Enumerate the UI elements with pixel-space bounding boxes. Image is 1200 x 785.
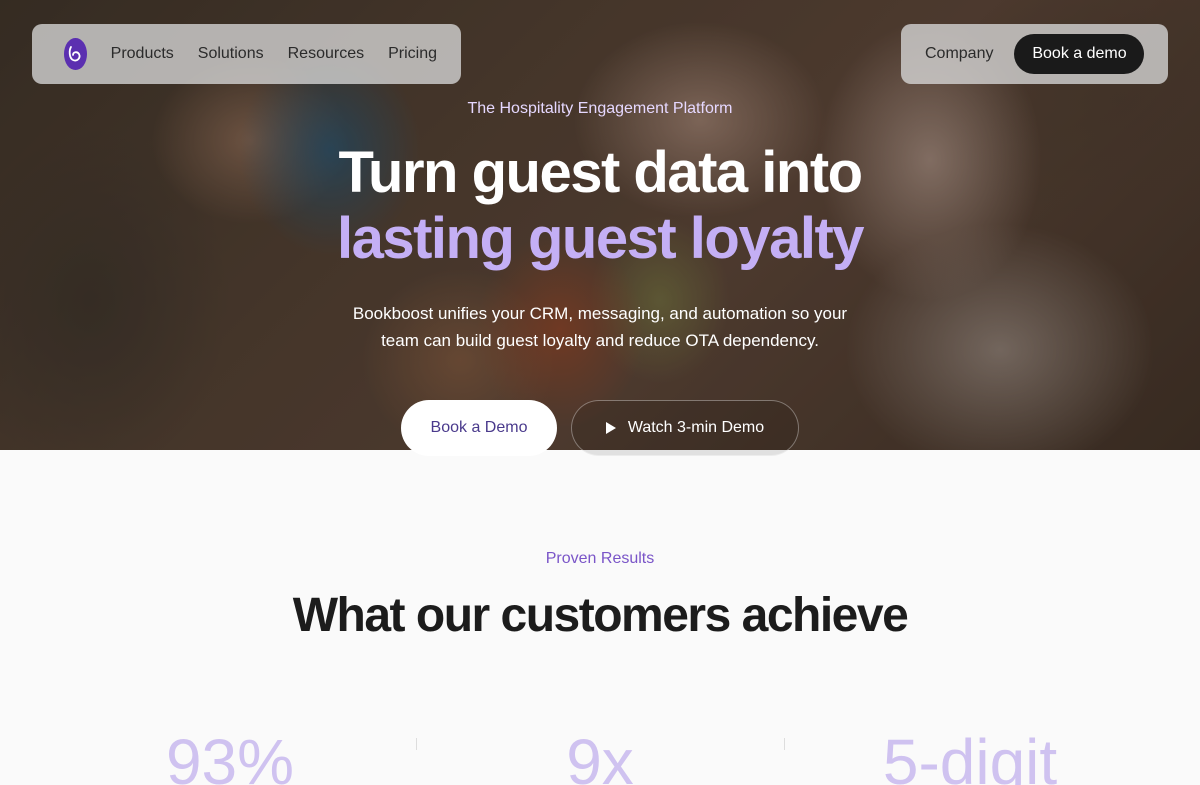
book-demo-button[interactable]: Book a Demo bbox=[401, 400, 557, 456]
results-eyebrow: Proven Results bbox=[545, 550, 655, 567]
results-title: What our customers achieve bbox=[292, 589, 909, 642]
hero-subtext: Bookboost unifies your CRM, messaging, a… bbox=[352, 304, 848, 350]
secondary-nav: Company Book a demo bbox=[901, 24, 1168, 84]
stat-divider bbox=[416, 738, 417, 750]
hero-eyebrow: The Hospitality Engagement Platform bbox=[467, 100, 733, 117]
stat-value-2: 9x bbox=[566, 726, 634, 785]
nav-company[interactable]: Company bbox=[925, 45, 993, 63]
watch-demo-button[interactable]: Watch 3-min Demo bbox=[571, 400, 799, 456]
hero-headline: Turn guest data into lasting guest loyal… bbox=[0, 140, 1200, 272]
stat-value-3: 5-digit bbox=[882, 726, 1058, 785]
nav-solutions[interactable]: Solutions bbox=[198, 45, 264, 63]
book-demo-nav-button[interactable]: Book a demo bbox=[1014, 34, 1145, 74]
nav-resources[interactable]: Resources bbox=[288, 45, 364, 63]
bookboost-logo-icon[interactable] bbox=[64, 38, 87, 70]
headline-line-2: lasting guest loyalty bbox=[336, 206, 865, 271]
nav-products[interactable]: Products bbox=[111, 45, 174, 63]
watch-demo-label: Watch 3-min Demo bbox=[627, 419, 765, 436]
play-icon bbox=[605, 422, 616, 434]
primary-nav: Products Solutions Resources Pricing bbox=[32, 24, 461, 84]
stat-divider bbox=[784, 738, 785, 750]
nav-pricing[interactable]: Pricing bbox=[388, 45, 437, 63]
stat-value-1: 93% bbox=[165, 726, 295, 785]
headline-line-1: Turn guest data into bbox=[338, 140, 863, 205]
